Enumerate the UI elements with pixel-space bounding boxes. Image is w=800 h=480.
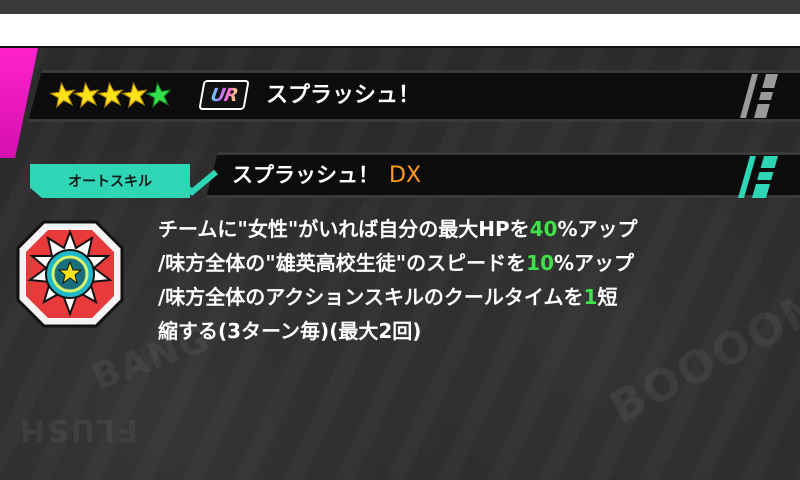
description-line: 縮する(3ターン毎)(最大2回) (158, 314, 778, 348)
description-text: %アップ (557, 217, 638, 241)
skill-description: チームに"女性"がいれば自分の最大HPを40%アップ /味方全体の"雄英高校生徒… (158, 212, 778, 348)
rarity-badge: UR (198, 80, 250, 110)
skill-burst-icon (16, 220, 124, 328)
highlight-value: 1 (583, 285, 598, 309)
description-text: /味方全体のアクションスキルのクールタイムを (158, 285, 584, 309)
top-bar (0, 14, 800, 48)
top-shadow (0, 0, 800, 14)
description-text: 短 (597, 285, 618, 309)
card-title: スプラッシュ！ (266, 83, 421, 108)
description-text: %アップ (554, 251, 635, 275)
skill-grade: DX (389, 163, 422, 188)
skill-type-label: オートスキル (68, 174, 152, 190)
description-line: チームに"女性"がいれば自分の最大HPを40%アップ (158, 212, 778, 246)
skill-name-text: スプラッシュ！ (232, 163, 379, 187)
description-text: チームに"女性"がいれば自分の最大HPを (158, 217, 530, 241)
highlight-value: 40 (529, 217, 558, 241)
bg-word-flush: FLUSH (18, 412, 138, 447)
description-text: 縮する(3ターン毎)(最大2回) (158, 319, 422, 343)
description-text: /味方全体の"雄英高校生徒"のスピードを (158, 251, 527, 275)
rarity-label: UR (208, 84, 240, 106)
star-icon (145, 81, 172, 109)
skill-name: スプラッシュ！ DX (232, 158, 421, 192)
check-icon (178, 169, 218, 196)
description-line: /味方全体の"雄英高校生徒"のスピードを10%アップ (158, 246, 778, 280)
description-line: /味方全体のアクションスキルのクールタイムを1短 (158, 280, 778, 314)
highlight-value: 10 (526, 251, 554, 275)
rarity-stars (49, 80, 172, 110)
stripes-decoration-icon (740, 74, 778, 118)
teal-stripes-decoration-icon (738, 156, 778, 198)
skill-type-tag: オートスキル (30, 164, 190, 198)
